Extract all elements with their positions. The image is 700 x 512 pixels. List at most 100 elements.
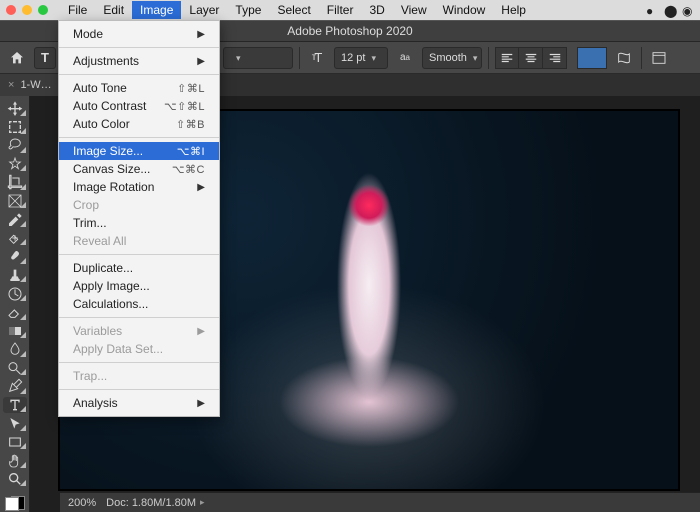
menu-item-label: Adjustments xyxy=(73,54,139,68)
menu-item-label: Auto Tone xyxy=(73,81,127,95)
image-menu-dropdown: Mode▶Adjustments▶Auto Tone⇧⌘LAuto Contra… xyxy=(58,20,220,417)
text-color-swatch[interactable] xyxy=(577,47,607,69)
menu-item-label: Image Size... xyxy=(73,144,143,158)
zoom-level[interactable]: 200% xyxy=(68,497,96,509)
menu-image[interactable]: Image xyxy=(132,1,181,19)
menu-item-image-size[interactable]: Image Size...⌥⌘I xyxy=(59,142,219,160)
rectangle-tool[interactable] xyxy=(3,434,27,451)
status-icon: ● xyxy=(646,4,658,16)
menu-type[interactable]: Type xyxy=(227,1,269,19)
clone-stamp-tool[interactable] xyxy=(3,267,27,284)
menu-item-adjustments[interactable]: Adjustments ▶ xyxy=(59,52,219,70)
zoom-window-icon[interactable] xyxy=(38,5,48,15)
minimize-window-icon[interactable] xyxy=(22,5,32,15)
rect-marquee-tool[interactable] xyxy=(3,119,27,136)
menu-shortcut: ⇧⌘L xyxy=(177,82,205,95)
menu-item-trim[interactable]: Trim... xyxy=(59,214,219,232)
zoom-tool[interactable] xyxy=(3,471,27,488)
submenu-arrow-icon: ▶ xyxy=(197,326,205,337)
eyedropper-tool[interactable] xyxy=(3,211,27,228)
menu-extras: ● ⬤ ◉ xyxy=(646,4,694,16)
frame-tool[interactable] xyxy=(3,193,27,210)
align-right-button[interactable] xyxy=(543,47,567,69)
menu-item-analysis[interactable]: Analysis▶ xyxy=(59,394,219,412)
menu-shortcut: ⌥⇧⌘L xyxy=(164,100,205,113)
path-select-tool[interactable] xyxy=(3,415,27,432)
tools-panel xyxy=(0,96,30,512)
tool-preset-type-icon[interactable]: T xyxy=(34,47,56,69)
chevron-right-icon: ▸ xyxy=(200,497,205,508)
pen-tool[interactable] xyxy=(3,378,27,395)
menu-item-label: Image Rotation xyxy=(73,180,154,194)
text-align-group xyxy=(495,47,567,69)
status-bar: 200% Doc: 1.80M/1.80M▸ xyxy=(60,492,700,512)
menu-view[interactable]: View xyxy=(393,1,435,19)
menu-3d[interactable]: 3D xyxy=(361,1,392,19)
divider xyxy=(641,47,642,69)
menu-item-auto-tone[interactable]: Auto Tone ⇧⌘L xyxy=(59,79,219,97)
menu-help[interactable]: Help xyxy=(493,1,534,19)
menu-file[interactable]: File xyxy=(60,1,95,19)
menu-item-auto-color[interactable]: Auto Color⇧⌘B xyxy=(59,115,219,133)
app-title: Adobe Photoshop 2020 xyxy=(287,24,412,38)
brush-tool[interactable] xyxy=(3,248,27,265)
menu-separator xyxy=(59,74,219,75)
panel-toggle-button[interactable] xyxy=(648,47,670,69)
menu-item-auto-contrast[interactable]: Auto Contrast ⌥⇧⌘L xyxy=(59,97,219,115)
antialias-label-icon: aa xyxy=(394,47,416,69)
font-size-field[interactable]: 12 pt xyxy=(334,47,388,69)
menu-separator xyxy=(59,362,219,363)
menu-separator xyxy=(59,47,219,48)
document-tab[interactable]: × 1-W… xyxy=(0,74,61,96)
menu-layer[interactable]: Layer xyxy=(181,1,227,19)
menu-item-trap: Trap... xyxy=(59,367,219,385)
healing-brush-tool[interactable] xyxy=(3,230,27,247)
menu-item-apply-data-set: Apply Data Set... xyxy=(59,340,219,358)
divider xyxy=(488,47,489,69)
history-brush-tool[interactable] xyxy=(3,285,27,302)
status-icon: ◉ xyxy=(682,4,694,16)
eraser-tool[interactable] xyxy=(3,304,27,321)
menu-item-label: Mode xyxy=(73,27,103,41)
doc-info[interactable]: Doc: 1.80M/1.80M▸ xyxy=(106,497,204,509)
move-tool[interactable] xyxy=(3,100,27,117)
menu-item-label: Trim... xyxy=(73,216,107,230)
menu-item-label: Apply Data Set... xyxy=(73,342,163,356)
blur-tool[interactable] xyxy=(3,341,27,358)
menu-item-apply-image[interactable]: Apply Image... xyxy=(59,277,219,295)
menu-filter[interactable]: Filter xyxy=(319,1,362,19)
menu-item-calculations[interactable]: Calculations... xyxy=(59,295,219,313)
color-swatches[interactable] xyxy=(3,495,27,512)
menu-item-canvas-size[interactable]: Canvas Size...⌥⌘C xyxy=(59,160,219,178)
align-center-button[interactable] xyxy=(519,47,543,69)
antialias-field[interactable]: Smooth xyxy=(422,47,482,69)
menu-item-variables: Variables▶ xyxy=(59,322,219,340)
close-window-icon[interactable] xyxy=(6,5,16,15)
type-tool[interactable] xyxy=(3,397,27,414)
menu-item-label: Auto Color xyxy=(73,117,130,131)
gradient-tool[interactable] xyxy=(3,323,27,340)
menu-item-mode[interactable]: Mode▶ xyxy=(59,25,219,43)
menu-edit[interactable]: Edit xyxy=(95,1,132,19)
menu-window[interactable]: Window xyxy=(435,1,494,19)
quick-select-tool[interactable] xyxy=(3,156,27,173)
close-tab-icon[interactable]: × xyxy=(8,79,14,91)
lasso-tool[interactable] xyxy=(3,137,27,154)
menu-separator xyxy=(59,317,219,318)
align-left-button[interactable] xyxy=(495,47,519,69)
menu-select[interactable]: Select xyxy=(269,1,318,19)
foreground-swatch[interactable] xyxy=(5,497,19,511)
menu-item-image-rotation[interactable]: Image Rotation▶ xyxy=(59,178,219,196)
menu-item-reveal-all: Reveal All xyxy=(59,232,219,250)
menu-item-label: Auto Contrast xyxy=(73,99,146,113)
menu-item-crop: Crop xyxy=(59,196,219,214)
hand-tool[interactable] xyxy=(3,452,27,469)
dodge-tool[interactable] xyxy=(3,360,27,377)
font-style-field[interactable] xyxy=(223,47,293,69)
menu-item-duplicate[interactable]: Duplicate... xyxy=(59,259,219,277)
warp-text-button[interactable] xyxy=(613,47,635,69)
color-swatch[interactable] xyxy=(577,47,607,69)
crop-tool[interactable] xyxy=(3,174,27,191)
home-button[interactable] xyxy=(6,47,28,69)
submenu-arrow-icon: ▶ xyxy=(197,56,205,67)
